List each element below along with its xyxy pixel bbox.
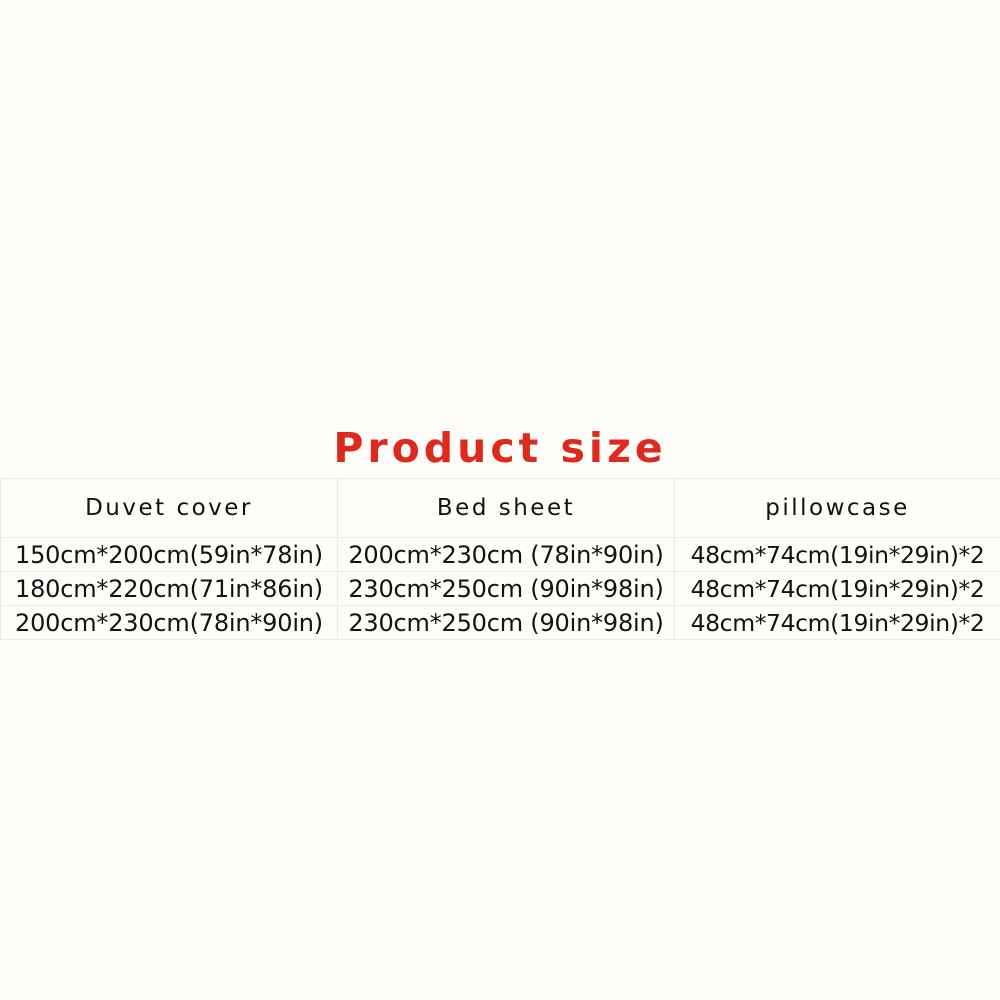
cell-pillowcase-size: 48cm*74cm(19in*29in)*2 xyxy=(674,571,1000,606)
column-header-bed-sheet: Bed sheet xyxy=(337,478,675,538)
cell-text: 48cm*74cm(19in*29in)*2 xyxy=(690,574,985,603)
cell-text: 48cm*74cm(19in*29in)*2 xyxy=(690,540,985,569)
table-body: 150cm*200cm(59in*78in) 200cm*230cm (78in… xyxy=(0,537,1000,640)
cell-text: 200cm*230cm (78in*90in) xyxy=(348,540,664,569)
cell-bed-sheet-size: 230cm*250cm (90in*98in) xyxy=(337,605,675,640)
cell-duvet-cover-size: 180cm*220cm(71in*86in) xyxy=(0,571,338,606)
cell-bed-sheet-size: 230cm*250cm (90in*98in) xyxy=(337,571,675,606)
page-title: Product size xyxy=(333,424,667,472)
product-size-title-container: Product size xyxy=(0,424,1000,472)
table-row: 180cm*220cm(71in*86in) 230cm*250cm (90in… xyxy=(0,571,1000,606)
cell-bed-sheet-size: 200cm*230cm (78in*90in) xyxy=(337,537,675,572)
column-header-duvet-cover: Duvet cover xyxy=(0,478,338,538)
column-header-pillowcase: pillowcase xyxy=(674,478,1000,538)
cell-duvet-cover-size: 200cm*230cm(78in*90in) xyxy=(0,605,338,640)
cell-text: 48cm*74cm(19in*29in)*2 xyxy=(690,608,985,637)
cell-text: 150cm*200cm(59in*78in) xyxy=(15,540,323,569)
product-size-infographic: Product size Duvet cover Bed sheet pillo… xyxy=(0,0,1000,1000)
cell-text: 200cm*230cm(78in*90in) xyxy=(15,608,323,637)
table-header: Duvet cover Bed sheet pillowcase xyxy=(0,478,1000,538)
table-row: 150cm*200cm(59in*78in) 200cm*230cm (78in… xyxy=(0,537,1000,572)
cell-duvet-cover-size: 150cm*200cm(59in*78in) xyxy=(0,537,338,572)
cell-text: 230cm*250cm (90in*98in) xyxy=(348,608,664,637)
table-header-row: Duvet cover Bed sheet pillowcase xyxy=(0,478,1000,538)
cell-text: 180cm*220cm(71in*86in) xyxy=(15,574,323,603)
product-size-table: Duvet cover Bed sheet pillowcase 150cm*2… xyxy=(0,478,1000,640)
cell-pillowcase-size: 48cm*74cm(19in*29in)*2 xyxy=(674,537,1000,572)
table-row: 200cm*230cm(78in*90in) 230cm*250cm (90in… xyxy=(0,605,1000,640)
cell-pillowcase-size: 48cm*74cm(19in*29in)*2 xyxy=(674,605,1000,640)
cell-text: 230cm*250cm (90in*98in) xyxy=(348,574,664,603)
